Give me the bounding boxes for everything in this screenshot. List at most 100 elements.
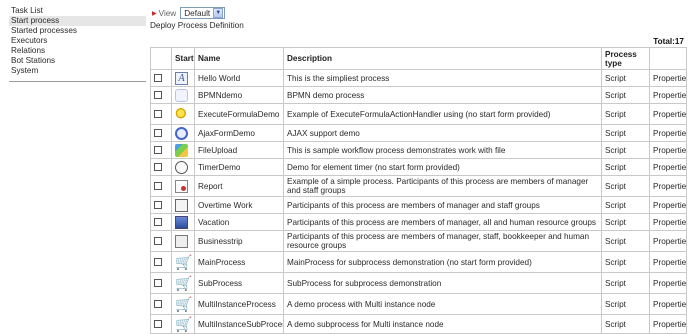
row-process-type: Script xyxy=(601,86,650,104)
row-process-name[interactable]: TimerDemo xyxy=(194,158,284,176)
sidebar-item-started-processes[interactable]: Started processes xyxy=(9,26,146,36)
row-properties-link[interactable]: Properties xyxy=(649,69,687,87)
sidebar-item-relations[interactable]: Relations xyxy=(9,46,146,56)
row-checkbox[interactable] xyxy=(154,300,162,309)
row-process-type: Script xyxy=(601,314,650,334)
row-checkbox[interactable] xyxy=(154,279,162,288)
row-process-name[interactable]: AjaxFormDemo xyxy=(194,124,284,142)
sidebar-item-start-process[interactable]: Start process xyxy=(9,16,146,26)
row-properties-link[interactable]: Properties xyxy=(649,213,687,231)
row-checkbox[interactable] xyxy=(154,237,162,246)
row-select-cell xyxy=(150,175,172,197)
cart-icon[interactable]: 🛒 xyxy=(175,317,192,331)
row-process-type: Script xyxy=(601,272,650,294)
table-row[interactable]: FileUpload This is sample workflow proces… xyxy=(150,141,687,159)
table-row[interactable]: Overtime Work Participants of this proces… xyxy=(150,196,687,214)
table-row[interactable]: 🛒 MultiInstanceSubProcess A demo subproces… xyxy=(150,314,687,334)
letter-a-icon[interactable]: A xyxy=(175,71,188,85)
row-description: MainProcess for subprocess demonstration… xyxy=(283,251,602,273)
chevron-down-icon[interactable]: ▼ xyxy=(213,8,224,18)
row-process-name[interactable]: BPMNdemo xyxy=(194,86,284,104)
row-checkbox[interactable] xyxy=(154,163,162,172)
table-row[interactable]: BPMNdemo BPMN demo process Script Propertie… xyxy=(150,86,687,104)
cart-icon[interactable]: 🛒 xyxy=(175,276,192,290)
row-select-cell xyxy=(150,230,172,252)
table-row[interactable]: 🛒 MainProcess MainProcess for subprocess d… xyxy=(150,251,687,273)
row-process-name[interactable]: FileUpload xyxy=(194,141,284,159)
header-actions xyxy=(649,47,687,70)
row-process-type: Script xyxy=(601,293,650,315)
row-process-name[interactable]: ExecuteFormulaDemo xyxy=(194,103,284,125)
row-process-name[interactable]: Overtime Work xyxy=(194,196,284,214)
row-process-name[interactable]: MainProcess xyxy=(194,251,284,273)
row-checkbox[interactable] xyxy=(154,91,162,100)
row-checkbox[interactable] xyxy=(154,218,162,227)
triangle-right-icon: ▶ xyxy=(152,10,157,17)
row-process-type: Script xyxy=(601,175,650,197)
row-properties-link[interactable]: Properties xyxy=(649,141,687,159)
deploy-process-link[interactable]: Deploy Process Definition xyxy=(150,20,687,32)
row-properties-link[interactable]: Properties xyxy=(649,158,687,176)
row-process-name[interactable]: MultiInstanceSubProcess xyxy=(194,314,284,334)
row-properties-link[interactable]: Properties xyxy=(649,196,687,214)
cart-icon[interactable]: 🛒 xyxy=(175,255,192,269)
table-row[interactable]: 🛒 MultiInstanceProcess A demo process with… xyxy=(150,293,687,315)
row-properties-link[interactable]: Properties xyxy=(649,103,687,125)
table-row[interactable]: 🛒 SubProcess SubProcess for subprocess dem… xyxy=(150,272,687,294)
row-checkbox[interactable] xyxy=(154,182,162,191)
row-checkbox[interactable] xyxy=(154,129,162,138)
table-row[interactable]: Vacation Participants of this process are… xyxy=(150,213,687,231)
row-checkbox[interactable] xyxy=(154,201,162,210)
cart-icon[interactable]: 🛒 xyxy=(175,297,192,311)
table-row[interactable]: AjaxFormDemo AJAX support demo Script Prope… xyxy=(150,124,687,142)
row-process-name[interactable]: SubProcess xyxy=(194,272,284,294)
sidebar-item-task-list[interactable]: Task List xyxy=(9,6,146,16)
row-select-cell xyxy=(150,196,172,214)
row-properties-link[interactable]: Properties xyxy=(649,230,687,252)
file-upload-icon[interactable] xyxy=(175,143,188,157)
sidebar-item-bot-stations[interactable]: Bot Stations xyxy=(9,56,146,66)
table-row[interactable]: ExecuteFormulaDemo Example of ExecuteForm… xyxy=(150,103,687,125)
row-properties-link[interactable]: Properties xyxy=(649,124,687,142)
key-icon[interactable] xyxy=(175,107,188,121)
row-description: A demo process with Multi instance node xyxy=(283,293,602,315)
row-start-cell: 🛒 xyxy=(171,272,195,294)
table-row[interactable]: A Hello World This is the simpliest proces… xyxy=(150,69,687,87)
table-row[interactable]: Businesstrip Participants of this process… xyxy=(150,230,687,252)
row-process-name[interactable]: MultiInstanceProcess xyxy=(194,293,284,315)
row-process-name[interactable]: Report xyxy=(194,175,284,197)
vacation-icon[interactable] xyxy=(175,215,188,229)
row-checkbox[interactable] xyxy=(154,320,162,329)
row-process-name[interactable]: Businesstrip xyxy=(194,230,284,252)
row-process-name[interactable]: Vacation xyxy=(194,213,284,231)
document-icon[interactable] xyxy=(175,198,188,212)
row-checkbox[interactable] xyxy=(154,110,162,119)
report-icon[interactable] xyxy=(175,179,188,193)
row-process-type: Script xyxy=(601,158,650,176)
table-row[interactable]: TimerDemo Demo for element timer (no star… xyxy=(150,158,687,176)
row-start-cell xyxy=(171,103,195,125)
table-row[interactable]: Report Example of a simple process. Parti… xyxy=(150,175,687,197)
row-properties-link[interactable]: Properties xyxy=(649,314,687,334)
bpmn-icon[interactable] xyxy=(175,88,188,102)
process-table: Start Name Description Process type A Hel… xyxy=(150,47,687,334)
row-start-cell: 🛒 xyxy=(171,251,195,273)
ajax-icon[interactable] xyxy=(175,126,188,140)
row-properties-link[interactable]: Properties xyxy=(649,86,687,104)
sidebar-item-system[interactable]: System xyxy=(9,66,146,76)
row-checkbox[interactable] xyxy=(154,258,162,267)
row-checkbox[interactable] xyxy=(154,146,162,155)
row-properties-link[interactable]: Properties xyxy=(649,175,687,197)
view-select-value: Default xyxy=(184,8,211,18)
timer-icon[interactable] xyxy=(175,160,188,174)
row-properties-link[interactable]: Properties xyxy=(649,293,687,315)
row-select-cell xyxy=(150,314,172,334)
view-select[interactable]: Default ▼ xyxy=(180,7,226,19)
row-properties-link[interactable]: Properties xyxy=(649,251,687,273)
row-process-name[interactable]: Hello World xyxy=(194,69,284,87)
row-properties-link[interactable]: Properties xyxy=(649,272,687,294)
row-select-cell xyxy=(150,293,172,315)
business-trip-icon[interactable] xyxy=(175,234,188,248)
sidebar-item-executors[interactable]: Executors xyxy=(9,36,146,46)
row-checkbox[interactable] xyxy=(154,74,162,83)
